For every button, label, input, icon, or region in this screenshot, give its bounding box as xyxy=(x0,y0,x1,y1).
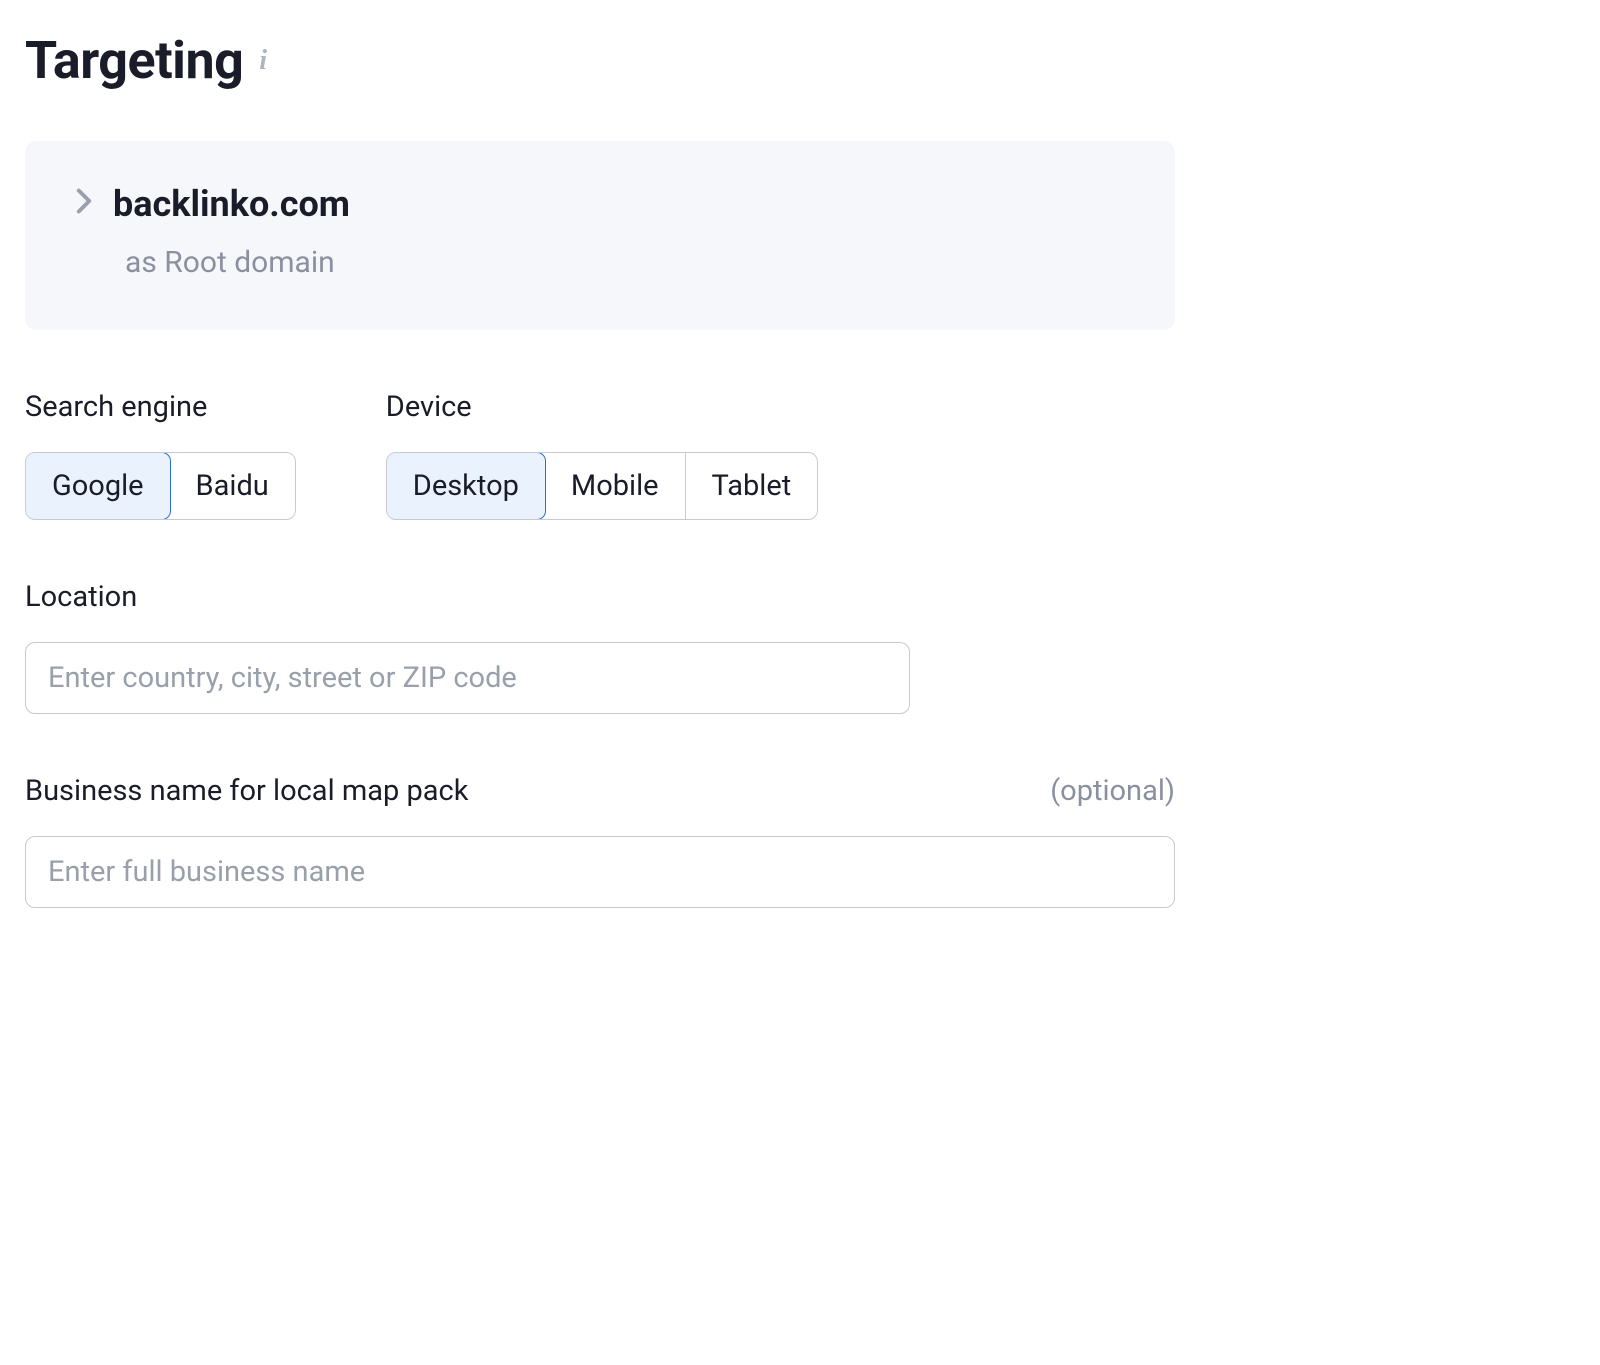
chevron-right-icon xyxy=(75,187,93,221)
business-name-label: Business name for local map pack xyxy=(25,774,468,808)
location-input[interactable] xyxy=(25,642,910,714)
device-option-tablet[interactable]: Tablet xyxy=(686,453,818,519)
domain-card[interactable]: backlinko.com as Root domain xyxy=(25,141,1175,330)
search-engine-option-google[interactable]: Google xyxy=(25,452,171,520)
device-control: Desktop Mobile Tablet xyxy=(386,452,818,520)
page-title: Targeting xyxy=(25,30,243,91)
domain-subtitle: as Root domain xyxy=(125,245,1125,280)
optional-label: (optional) xyxy=(1050,774,1175,808)
device-option-mobile[interactable]: Mobile xyxy=(545,453,686,519)
business-name-input[interactable] xyxy=(25,836,1175,908)
device-label: Device xyxy=(386,390,818,424)
search-engine-option-baidu[interactable]: Baidu xyxy=(170,453,295,519)
info-icon[interactable]: i xyxy=(259,45,267,77)
search-engine-label: Search engine xyxy=(25,390,296,424)
device-option-desktop[interactable]: Desktop xyxy=(386,452,546,520)
domain-name: backlinko.com xyxy=(113,183,350,225)
location-label: Location xyxy=(25,580,1175,614)
search-engine-control: Google Baidu xyxy=(25,452,296,520)
